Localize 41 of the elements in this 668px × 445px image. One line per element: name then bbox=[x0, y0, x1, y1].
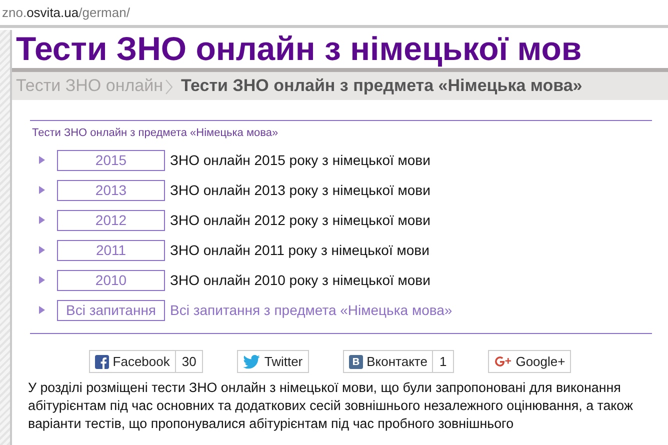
section-heading: Тести ЗНО онлайн з предмета «Німецька мова» bbox=[32, 127, 280, 139]
share-count: 30 bbox=[174, 351, 202, 372]
year-link[interactable]: 2013 bbox=[57, 180, 165, 200]
triangle-bullet-icon bbox=[39, 246, 45, 254]
share-button[interactable]: Facebook 30 bbox=[88, 350, 204, 373]
description-paragraph: У розділі розміщені тести ЗНО онлайн з німецької мови, що були запропоновані для виконання абітурієнтам під час основних та додаткових сесій зовнішнього незалежного оцінювання, а також варіанти тестів, що пропонувалися абітурієнтам під час пробного зовнішнього bbox=[28, 379, 634, 433]
share-button[interactable]: Twitter bbox=[237, 350, 309, 373]
vk-icon bbox=[348, 354, 363, 368]
bird-icon bbox=[243, 354, 260, 368]
url-text: zno. bbox=[2, 5, 27, 20]
google-plus-icon bbox=[494, 354, 512, 368]
share-label: Twitter bbox=[264, 354, 303, 369]
test-link[interactable]: ЗНО онлайн 2015 року з німецької мови bbox=[170, 152, 430, 168]
share-count: 1 bbox=[432, 351, 453, 372]
address-bar[interactable]: zno.osvita.ua/german/ bbox=[0, 0, 668, 28]
test-link[interactable]: Всі запитання з предмета «Німецька мова» bbox=[170, 302, 452, 318]
share-button[interactable]: Вконтакте 1 bbox=[342, 350, 454, 373]
test-link[interactable]: ЗНО онлайн 2010 року з німецької мови bbox=[170, 272, 430, 288]
share-label: Google+ bbox=[516, 354, 566, 369]
page-title: Тести ЗНО онлайн з німецької мов bbox=[15, 30, 582, 68]
triangle-bullet-icon bbox=[39, 306, 45, 314]
triangle-bullet-icon bbox=[39, 276, 45, 284]
chevron-icon bbox=[164, 77, 173, 95]
breadcrumb-current: Тести ЗНО онлайн з предмета «Німецька мова» bbox=[180, 76, 582, 96]
test-link[interactable]: ЗНО онлайн 2012 року з німецької мови bbox=[170, 212, 430, 228]
triangle-bullet-icon bbox=[39, 216, 45, 224]
share-label: Вконтакте bbox=[366, 354, 428, 369]
year-link[interactable]: 2012 bbox=[57, 210, 165, 230]
triangle-bullet-icon bbox=[39, 156, 45, 164]
year-link[interactable]: 2011 bbox=[57, 240, 165, 260]
year-link[interactable]: 2015 bbox=[57, 150, 165, 170]
test-link[interactable]: ЗНО онлайн 2013 року з німецької мови bbox=[170, 182, 430, 198]
url-text: /german/ bbox=[78, 5, 130, 20]
share-label: Facebook bbox=[112, 354, 170, 369]
share-button[interactable]: Google+ bbox=[488, 350, 572, 373]
url-text: osvita.ua bbox=[26, 5, 79, 20]
triangle-bullet-icon bbox=[39, 186, 45, 194]
facebook-icon bbox=[94, 354, 109, 368]
all-questions-link[interactable]: Всі запитання bbox=[57, 300, 165, 320]
year-link[interactable]: 2010 bbox=[57, 270, 165, 290]
test-link[interactable]: ЗНО онлайн 2011 року з німецької мови bbox=[170, 242, 430, 258]
